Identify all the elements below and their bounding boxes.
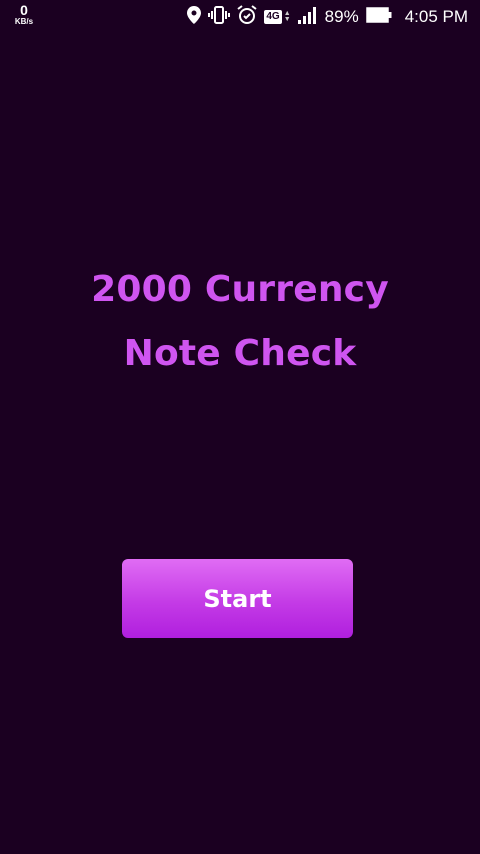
network-speed-unit: KB/s [14, 17, 34, 26]
signal-icon [297, 6, 318, 29]
title-line-2: Note Check [123, 333, 357, 374]
clock: 4:05 PM [404, 7, 468, 26]
status-icons: 4G ▲ ▼ 89% 4:05 PM [187, 4, 468, 30]
data-activity-icon: ▲ ▼ [283, 10, 291, 23]
battery-icon [365, 6, 392, 28]
start-button[interactable]: Start [122, 559, 353, 638]
alarm-icon [237, 4, 257, 30]
location-icon [187, 5, 202, 29]
vibrate-icon [208, 5, 231, 29]
app-screen: 0 KB/s 4G ▲ ▼ 89% 4:05 PM 2000 Currency … [0, 0, 480, 854]
battery-percent: 89% [324, 7, 359, 26]
app-title: 2000 Currency Note Check [0, 258, 480, 386]
4g-icon: 4G [264, 10, 282, 24]
status-bar: 0 KB/s 4G ▲ ▼ 89% 4:05 PM [0, 0, 480, 36]
title-line-1: 2000 Currency [91, 269, 389, 310]
network-speed: 0 KB/s [10, 3, 38, 26]
network-speed-value: 0 [20, 2, 28, 18]
